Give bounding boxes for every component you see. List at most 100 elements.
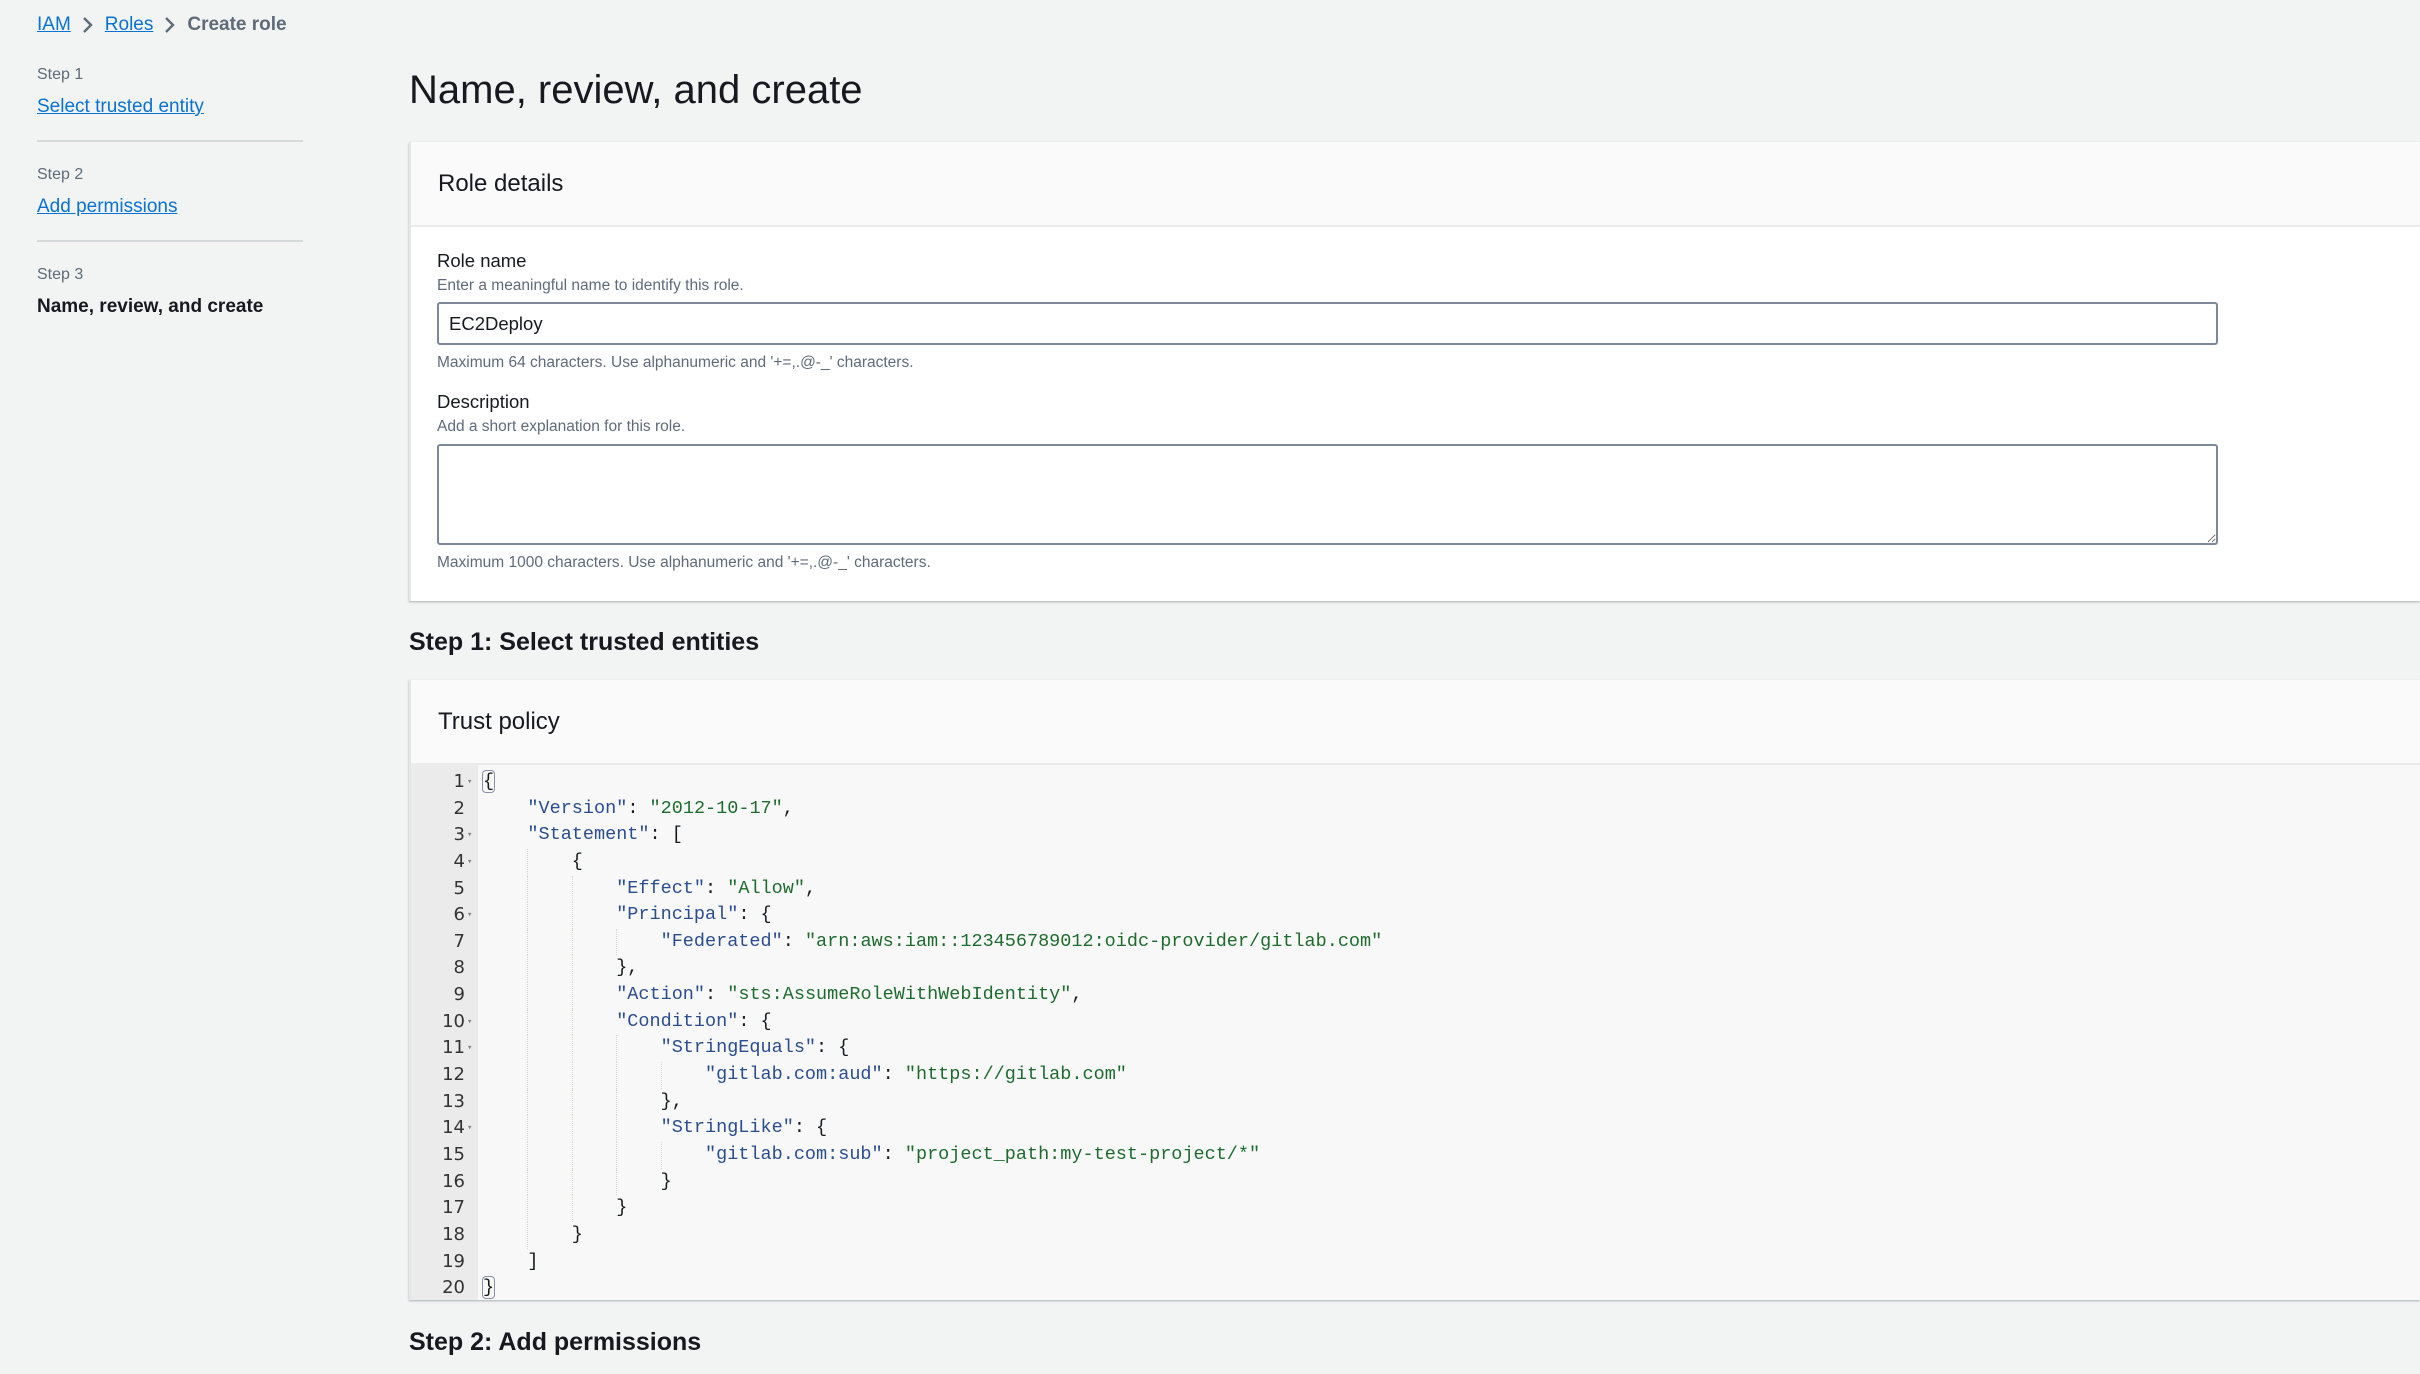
code-line: 14 ▾ "StringLike": {: [411, 1115, 2420, 1142]
code-text: "StringEquals": {: [661, 1035, 850, 1062]
json-punctuation: :: [705, 877, 728, 899]
indent-guide: [527, 1088, 529, 1116]
indent-guide: [616, 928, 618, 956]
json-punctuation: }: [481, 1276, 496, 1300]
code-lines: 1 ▾{2 "Version": "2012-10-17", 3 ▾ "Statement…: [411, 769, 2420, 1300]
indent-guide: [571, 982, 573, 1009]
code-line: 6 ▾ "Principal": {: [411, 902, 2420, 929]
json-key: "StringLike": [660, 1117, 794, 1139]
json-punctuation: ,: [1071, 984, 1083, 1006]
json-key: "Principal": [616, 904, 739, 926]
indent-guide: [571, 1115, 573, 1142]
indent-guide: [616, 1115, 618, 1142]
indent-guide: [527, 1035, 529, 1063]
json-punctuation: },: [660, 1090, 683, 1112]
step-number: Step 1: [37, 66, 84, 83]
json-key: "Statement": [527, 824, 650, 846]
code-line: 17}: [411, 1195, 2420, 1222]
code-line: 1 ▾{: [411, 769, 2420, 796]
code-text: "Version": "2012-10-17",: [527, 796, 793, 823]
code-line: 7 "Federated": "arn:aws:iam::123456789012…: [411, 928, 2420, 956]
line-number: 19: [442, 1250, 465, 1272]
code-text: },: [616, 955, 638, 982]
json-punctuation: },: [616, 957, 639, 979]
role-name-description: Enter a meaningful name to identify this…: [437, 277, 744, 294]
step-link-add-permissions[interactable]: Add permissions: [37, 194, 303, 220]
breadcrumb-current: Create role: [187, 14, 287, 35]
breadcrumb-roles[interactable]: Roles: [105, 14, 154, 36]
json-punctuation: }: [660, 1170, 672, 1192]
json-punctuation: : [: [649, 824, 683, 846]
json-punctuation: {: [571, 850, 583, 872]
line-number: 7: [453, 930, 465, 952]
json-punctuation: ]: [527, 1250, 539, 1272]
json-string: "arn:aws:iam::123456789012:oidc-provider…: [804, 930, 1383, 952]
step-current-title: Name, review, and create: [37, 296, 264, 317]
code-line: 13},: [411, 1088, 2420, 1116]
json-string: "https://gitlab.com": [904, 1064, 1127, 1086]
json-punctuation: {: [481, 770, 496, 793]
code-text: "Federated": "arn:aws:iam::123456789012:…: [661, 929, 1383, 956]
fold-toggle-icon[interactable]: ▾: [467, 769, 477, 796]
indent-guide: [527, 1115, 529, 1142]
line-number: 14: [442, 1117, 465, 1139]
json-punctuation: :: [782, 930, 805, 952]
line-number: 5: [453, 877, 465, 899]
step1-heading: Step 1: Select trusted entities: [409, 628, 760, 656]
indent-guide: [527, 1141, 529, 1169]
code-text: "Action": "sts:AssumeRoleWithWebIdentity…: [616, 982, 1082, 1009]
description-label: Description: [437, 391, 530, 412]
wizard-step-1: Step 1 Select trusted entity: [37, 64, 303, 120]
code-text: "gitlab.com:aud": "https://gitlab.com": [705, 1062, 1127, 1089]
code-line: 16}: [411, 1168, 2420, 1196]
breadcrumb-iam[interactable]: IAM: [37, 14, 71, 36]
line-number: 2: [453, 797, 465, 819]
line-number: 13: [442, 1090, 465, 1112]
fold-toggle-icon[interactable]: ▾: [467, 822, 477, 849]
code-line: 15 "gitlab.com:sub": "project_path:my-tes…: [411, 1141, 2420, 1169]
code-line: 12 "gitlab.com:aud": "https://gitlab.com": [411, 1062, 2420, 1089]
line-number: 17: [442, 1197, 465, 1219]
line-number: 18: [442, 1223, 465, 1245]
code-line: 18}: [411, 1221, 2420, 1249]
fold-toggle-icon[interactable]: ▾: [467, 902, 477, 929]
fold-toggle-icon[interactable]: ▾: [467, 1115, 477, 1142]
line-number: 1: [453, 771, 465, 792]
json-key: "Effect": [616, 877, 706, 899]
trust-policy-code-editor[interactable]: 1 ▾{2 "Version": "2012-10-17", 3 ▾ "Statement…: [411, 765, 2420, 1300]
description-textarea[interactable]: [437, 444, 2218, 545]
indent-guide: [571, 1141, 573, 1169]
code-line: 10 ▾ "Condition": {: [411, 1008, 2420, 1036]
code-text: "gitlab.com:sub": "project_path:my-test-…: [705, 1142, 1260, 1169]
json-punctuation: }: [571, 1223, 583, 1245]
line-number: 10: [442, 1010, 465, 1032]
code-text: "Condition": {: [616, 1009, 771, 1036]
json-key: "gitlab.com:sub": [705, 1143, 883, 1165]
wizard-steps-nav: Step 1 Select trusted entity Step 2 Add …: [37, 64, 303, 320]
json-key: "Action": [616, 984, 706, 1006]
indent-guide: [527, 982, 529, 1009]
fold-toggle-icon[interactable]: ▾: [467, 1035, 477, 1062]
indent-guide: [616, 1088, 618, 1116]
wizard-step-3: Step 3 Name, review, and create: [37, 264, 303, 320]
step-link-select-trusted-entity[interactable]: Select trusted entity: [37, 94, 303, 120]
code-line: 20}: [411, 1275, 2420, 1300]
line-number: 8: [453, 957, 465, 979]
fold-toggle-icon[interactable]: ▾: [467, 1009, 477, 1036]
indent-guide: [527, 1008, 529, 1036]
json-punctuation: :: [705, 984, 728, 1006]
code-text: }: [616, 1195, 627, 1222]
fold-toggle-icon[interactable]: ▾: [467, 849, 477, 876]
line-number: 20: [442, 1277, 465, 1299]
indent-guide: [616, 1141, 618, 1169]
description-hint: Add a short explanation for this role.: [437, 418, 686, 435]
indent-guide: [571, 955, 573, 983]
code-text: },: [661, 1089, 683, 1116]
step2-heading: Step 2: Add permissions: [409, 1328, 702, 1356]
role-name-input[interactable]: [437, 302, 2218, 345]
json-key: "gitlab.com:aud": [705, 1064, 883, 1086]
trust-policy-panel: Trust policy 1 ▾{2 "Version": "2012-10-17"…: [409, 680, 2420, 1300]
json-punctuation: : {: [738, 904, 772, 926]
code-text: }: [572, 1222, 583, 1249]
wizard-step-2: Step 2 Add permissions: [37, 164, 303, 220]
